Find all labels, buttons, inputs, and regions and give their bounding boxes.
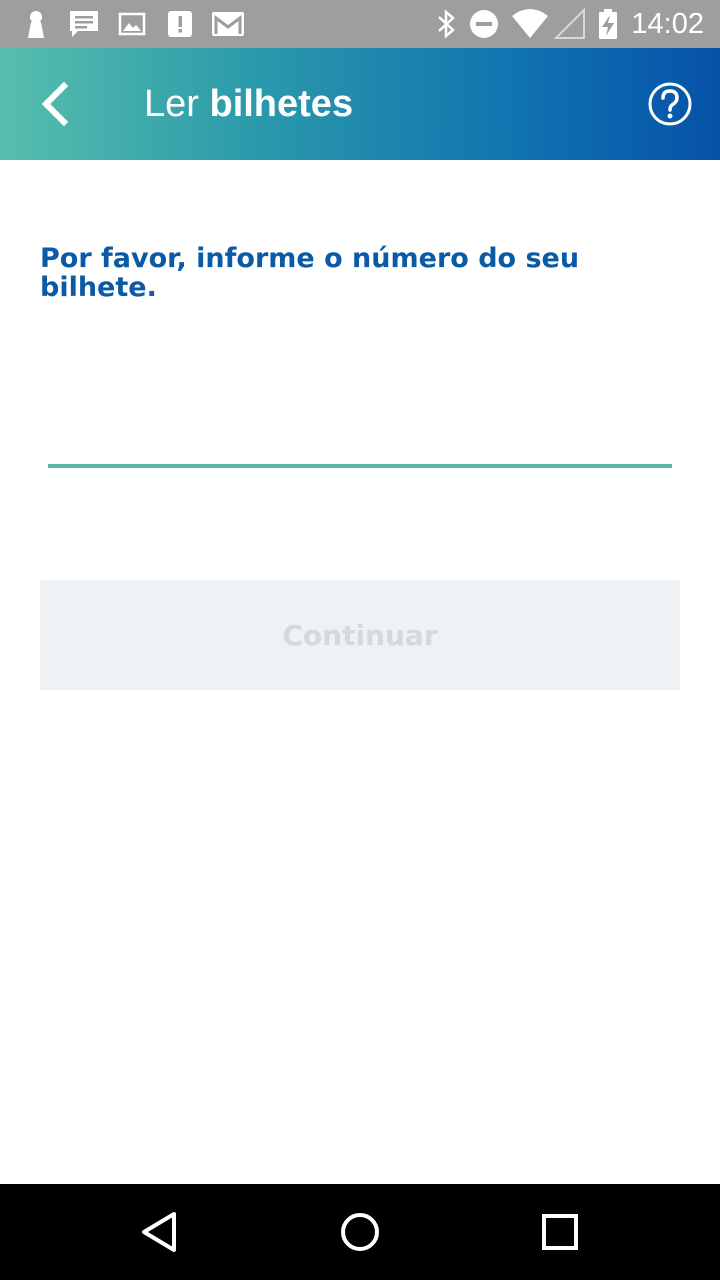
app-bar: Ler bilhetes <box>0 48 720 160</box>
continue-button-label: Continuar <box>282 618 438 652</box>
ticket-prompt: Por favor, informe o número do seu bilhe… <box>40 243 580 303</box>
recents-square-icon[interactable] <box>536 1208 584 1256</box>
page-title-bold: bilhetes <box>209 83 354 125</box>
wifi-icon <box>512 9 548 38</box>
message-icon <box>70 11 98 37</box>
page-title-light: Ler <box>144 83 199 125</box>
ticket-number-input[interactable] <box>48 400 672 464</box>
keyhole-icon <box>28 11 44 38</box>
status-time: 14:02 <box>631 8 704 40</box>
status-bar: 14:02 <box>0 0 720 48</box>
input-underline <box>48 464 672 468</box>
image-icon <box>118 12 146 36</box>
do-not-disturb-icon <box>470 10 498 38</box>
home-circle-icon[interactable] <box>336 1208 384 1256</box>
system-nav-bar <box>0 1184 720 1280</box>
help-circle-icon[interactable] <box>646 80 694 128</box>
chevron-left-icon[interactable] <box>28 76 84 132</box>
gmail-icon <box>212 12 244 36</box>
back-triangle-icon[interactable] <box>136 1208 184 1256</box>
continue-button[interactable]: Continuar <box>40 580 680 690</box>
page-title: Ler bilhetes <box>144 78 353 130</box>
battery-charging-icon <box>599 9 617 39</box>
signal-icon <box>554 8 585 39</box>
alert-icon <box>168 11 192 37</box>
bluetooth-icon <box>438 9 455 39</box>
